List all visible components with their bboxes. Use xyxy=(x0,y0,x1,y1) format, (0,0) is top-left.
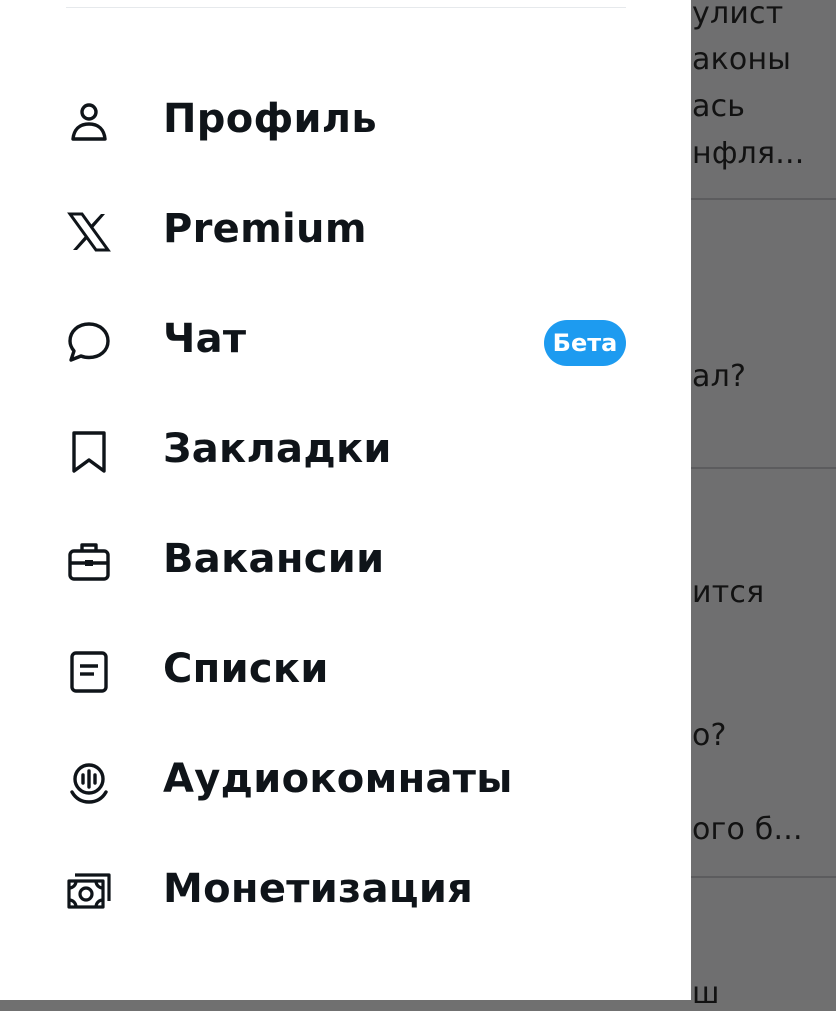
feed-text-fragment: ится xyxy=(692,575,765,610)
menu-item-spaces[interactable]: Аудиокомнаты xyxy=(0,732,691,832)
menu-item-jobs[interactable]: Вакансии xyxy=(0,512,691,612)
feed-divider xyxy=(691,198,836,200)
feed-text-fragment: ш xyxy=(692,976,720,1011)
bookmark-icon xyxy=(66,429,112,475)
feed-text-fragment: улист xyxy=(692,0,784,31)
chat-bubble-icon xyxy=(66,319,112,365)
feed-text-fragment: ась xyxy=(692,89,746,124)
menu-item-chat[interactable]: Чат Бета xyxy=(0,292,691,392)
menu-item-label: Аудиокомнаты xyxy=(163,756,513,802)
navigation-drawer: Профиль Premium Чат Бета Закладки Ваканс… xyxy=(0,0,691,1000)
spaces-microphone-icon xyxy=(66,759,112,805)
menu-item-label: Монетизация xyxy=(163,866,474,912)
feed-text-fragment: нфля... xyxy=(692,136,805,171)
menu-item-label: Premium xyxy=(163,206,367,252)
menu-item-label: Списки xyxy=(163,646,329,692)
person-icon xyxy=(66,99,112,145)
menu-item-monetization[interactable]: Монетизация xyxy=(0,842,691,942)
feed-text-fragment: ал? xyxy=(692,359,747,394)
menu-item-label: Закладки xyxy=(163,426,392,472)
menu-item-premium[interactable]: Premium xyxy=(0,182,691,282)
money-icon xyxy=(66,869,112,915)
menu-item-lists[interactable]: Списки xyxy=(0,622,691,722)
beta-badge: Бета xyxy=(544,320,626,366)
menu-item-label: Чат xyxy=(163,316,247,362)
x-logo-icon xyxy=(66,209,112,255)
feed-divider xyxy=(691,876,836,878)
feed-text-fragment: аконы xyxy=(692,42,792,77)
drawer-divider xyxy=(66,7,626,8)
menu-item-bookmarks[interactable]: Закладки xyxy=(0,402,691,502)
feed-text-fragment: о? xyxy=(692,718,727,753)
menu-item-label: Вакансии xyxy=(163,536,385,582)
briefcase-icon xyxy=(66,539,112,585)
menu-item-label: Профиль xyxy=(163,96,377,142)
menu-item-profile[interactable]: Профиль xyxy=(0,72,691,172)
feed-text-fragment: ого б... xyxy=(692,812,803,847)
feed-divider xyxy=(691,467,836,469)
list-document-icon xyxy=(66,649,112,695)
